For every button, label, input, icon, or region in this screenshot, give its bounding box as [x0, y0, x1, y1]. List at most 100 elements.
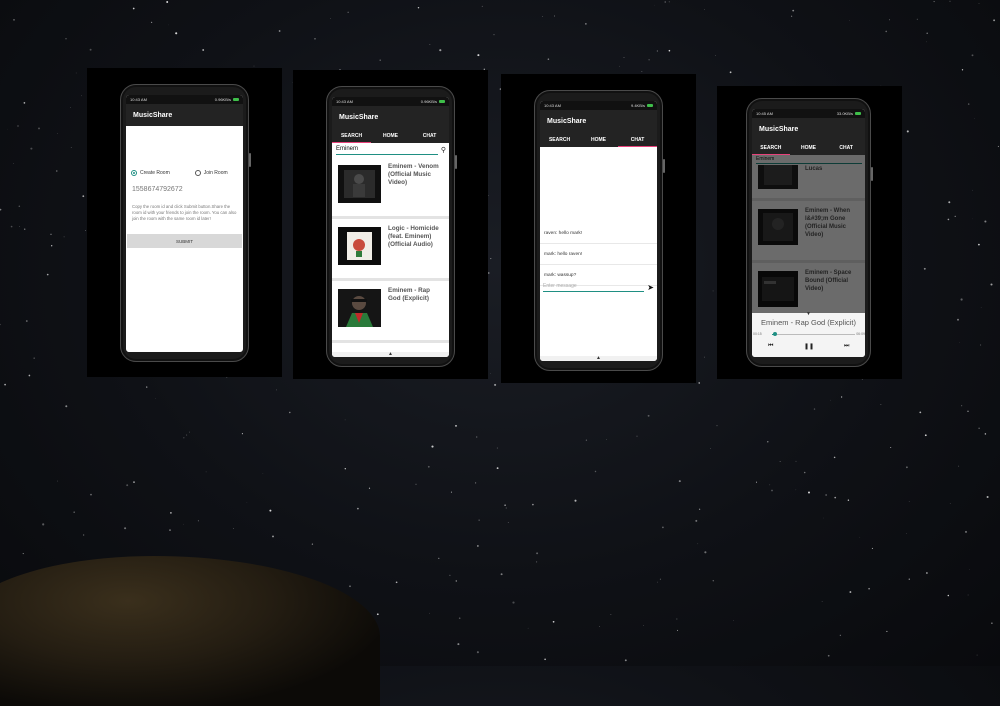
room-mode-radio-group: Create Room Join Room	[131, 170, 238, 176]
phone-frame: 10:45 AM 33.0KB/s MusicShare SEARCH HOME…	[746, 98, 871, 367]
status-time: 10:43 AM	[130, 97, 147, 102]
app-title: MusicShare	[547, 118, 586, 125]
skip-next-icon[interactable]: ⏭	[844, 343, 849, 350]
list-item[interactable]: Lucas	[752, 165, 865, 201]
phone-screen: 10:45 AM 33.0KB/s MusicShare SEARCH HOME…	[752, 109, 865, 357]
room-id-value: 1558674792672	[132, 186, 183, 193]
phone-screen: 10:43 AM 0.96KB/s MusicShare SEARCH HOME…	[332, 97, 449, 357]
now-playing-title: Eminem - Rap God (Explicit)	[752, 318, 865, 327]
status-bar: 10:45 AM 33.0KB/s	[752, 109, 865, 118]
status-bar: 10:43 AM 0.96KB/s	[126, 95, 243, 104]
tab-home[interactable]: HOME	[579, 132, 618, 147]
radio-unchecked-icon	[195, 170, 201, 176]
app-bar: MusicShare	[126, 104, 243, 126]
radio-checked-icon	[131, 170, 137, 176]
status-time: 10:45 AM	[756, 111, 773, 116]
chat-compose: Enter message ➤	[543, 282, 654, 292]
video-thumbnail	[338, 165, 381, 203]
phone-frame: 10:43 AM 0.96KB/s MusicShare SEARCH HOME…	[326, 86, 455, 367]
bottom-handle[interactable]: ▲	[540, 356, 657, 361]
search-input[interactable]: Eminem	[336, 145, 438, 155]
chevron-up-icon: ▲	[596, 356, 601, 361]
battery-icon	[439, 100, 445, 103]
status-time: 10:43 AM	[336, 99, 353, 104]
video-thumbnail	[758, 209, 798, 245]
chat-message: mark: hello raven!	[540, 244, 657, 265]
create-room-radio[interactable]: Create Room	[131, 170, 170, 176]
pause-icon[interactable]: ❚❚	[804, 343, 814, 350]
send-icon[interactable]: ➤	[647, 283, 654, 292]
tab-home[interactable]: HOME	[790, 140, 828, 155]
phone-side-button	[663, 159, 665, 173]
screenshot-panel-player: 10:45 AM 33.0KB/s MusicShare SEARCH HOME…	[717, 86, 902, 379]
tab-bar: SEARCH HOME CHAT	[752, 140, 865, 155]
search-icon[interactable]: ⚲	[441, 146, 446, 154]
list-item[interactable]: Logic - Homicide (feat. Eminem) (Officia…	[332, 219, 449, 281]
app-bar: MusicShare	[540, 110, 657, 132]
tab-bar: SEARCH HOME CHAT	[332, 128, 449, 143]
seek-bar[interactable]	[772, 334, 855, 335]
tab-bar: SEARCH HOME CHAT	[540, 132, 657, 147]
video-title: Eminem - Space Bound (Official Video)	[805, 269, 859, 293]
join-room-label: Join Room	[204, 170, 228, 176]
tab-chat[interactable]: CHAT	[827, 140, 865, 155]
video-title: Eminem - Rap God (Explicit)	[388, 287, 443, 303]
screenshot-panel-search: 10:43 AM 0.96KB/s MusicShare SEARCH HOME…	[293, 70, 488, 379]
battery-icon	[233, 98, 239, 101]
tab-chat[interactable]: CHAT	[410, 128, 449, 143]
phone-frame: 10:43 AM 9.4KB/s MusicShare SEARCH HOME …	[534, 90, 663, 371]
seek-thumb[interactable]	[773, 332, 777, 336]
phone-frame: 10:43 AM 0.96KB/s MusicShare Create Room…	[120, 84, 249, 362]
tab-home[interactable]: HOME	[371, 128, 410, 143]
chevron-down-icon[interactable]: ▼	[752, 312, 865, 317]
status-bar: 10:43 AM 9.4KB/s	[540, 101, 657, 110]
network-speed: 9.4KB/s	[631, 103, 645, 108]
chevron-up-icon: ▲	[388, 352, 393, 357]
app-title: MusicShare	[339, 114, 378, 121]
chat-message-list: raven: hello mark! mark: hello raven! ma…	[540, 223, 657, 286]
search-bar: Eminem ⚲	[332, 143, 449, 157]
phone-side-button	[455, 155, 457, 169]
tab-chat[interactable]: CHAT	[618, 132, 657, 147]
app-title: MusicShare	[133, 112, 172, 119]
status-bar: 10:43 AM 0.96KB/s	[332, 97, 449, 106]
video-thumbnail	[338, 289, 381, 327]
tab-search[interactable]: SEARCH	[752, 140, 790, 155]
search-bar: Eminem	[752, 155, 865, 165]
chat-message: raven: hello mark!	[540, 223, 657, 244]
list-item[interactable]: Eminem - Rap God (Explicit)	[332, 281, 449, 343]
total-duration: 06:09	[856, 332, 865, 336]
video-title: Logic - Homicide (feat. Eminem) (Officia…	[388, 225, 443, 249]
tab-search[interactable]: SEARCH	[332, 128, 371, 143]
skip-previous-icon[interactable]: ⏮	[768, 343, 773, 350]
battery-icon	[647, 104, 653, 107]
search-input[interactable]: Eminem	[756, 156, 862, 164]
list-item[interactable]: Eminem - Venom (Official Music Video)	[332, 157, 449, 219]
join-room-radio[interactable]: Join Room	[195, 170, 228, 176]
app-bar: MusicShare	[332, 106, 449, 128]
network-speed: 0.96KB/s	[421, 99, 437, 104]
screenshot-panel-chat: 10:43 AM 9.4KB/s MusicShare SEARCH HOME …	[501, 74, 696, 383]
video-title: Eminem - When I&#39;m Gone (Official Mus…	[805, 207, 859, 239]
bottom-handle[interactable]: ▲	[332, 352, 449, 357]
video-title: Eminem - Venom (Official Music Video)	[388, 163, 443, 187]
phone-screen: 10:43 AM 9.4KB/s MusicShare SEARCH HOME …	[540, 101, 657, 361]
battery-icon	[855, 112, 861, 115]
list-item[interactable]: Eminem - When I&#39;m Gone (Official Mus…	[752, 201, 865, 263]
phone-screen: 10:43 AM 0.96KB/s MusicShare Create Room…	[126, 95, 243, 352]
phone-side-button	[249, 153, 251, 167]
create-room-label: Create Room	[140, 170, 170, 176]
video-thumbnail	[338, 227, 381, 265]
app-title: MusicShare	[759, 126, 798, 133]
app-bar: MusicShare	[752, 118, 865, 140]
network-speed: 33.0KB/s	[837, 111, 853, 116]
elapsed-time: 00:15	[753, 332, 762, 336]
submit-button[interactable]: SUBMIT	[127, 234, 242, 248]
message-input[interactable]: Enter message	[543, 283, 644, 292]
status-time: 10:43 AM	[544, 103, 561, 108]
video-title: Lucas	[805, 165, 822, 173]
video-thumbnail	[758, 165, 798, 189]
network-speed: 0.96KB/s	[215, 97, 231, 102]
screenshot-panel-create-room: 10:43 AM 0.96KB/s MusicShare Create Room…	[87, 68, 282, 377]
tab-search[interactable]: SEARCH	[540, 132, 579, 147]
